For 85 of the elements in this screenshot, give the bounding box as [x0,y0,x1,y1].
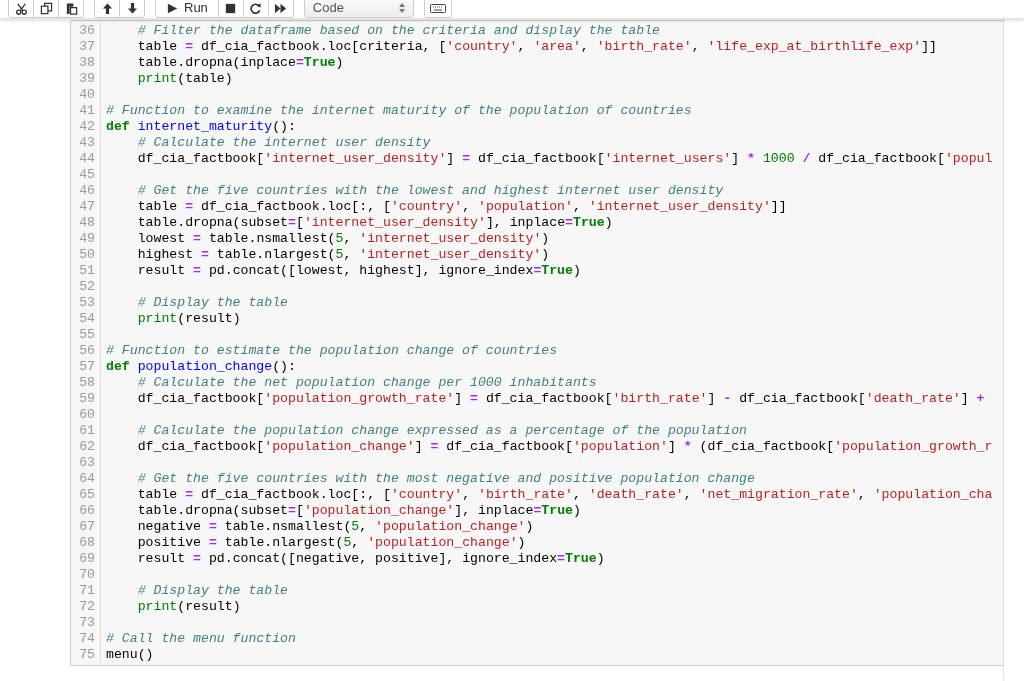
line-number: 59 [79,391,95,406]
code-line: # Filter the dataframe based on the criteria and display the table [136,23,660,39]
line-number: 39 [79,71,95,86]
line-number: 69 [79,551,95,566]
line-number: 60 [79,407,95,422]
code-line: print(table) [136,71,233,87]
line-number: 64 [79,471,95,486]
fast-forward-icon [274,1,288,15]
play-icon [166,1,179,15]
scissors-icon [14,1,28,15]
line-number: 65 [79,487,95,502]
line-number: 36 [79,23,95,38]
code-line: # Calculate the net population change per 1000 inhabitants [136,375,597,391]
code-line: table.dropna(subset=['internet_user_density'], inplace=True) [136,215,613,231]
line-number: 55 [79,327,95,342]
code-line: # Function to estimate the population change of countries [106,343,558,359]
code-line: table = df_cia_factbook.loc[:, ['country', 'birth_rate', 'death_rate', 'net_migration_rate', 'population_cha [136,487,993,503]
code-line: df_cia_factbook['internet_user_density'] = df_cia_factbook['internet_users'] * 1000 / df_cia_factbook['popul [136,151,993,167]
code-line: highest = table.nlargest(5, 'internet_user_density') [136,247,550,263]
code-line: table.dropna(inplace=True) [136,55,344,71]
line-number: 37 [79,39,95,54]
code-line: # Get the five countries with the most negative and positive population change [136,471,755,487]
line-number: 57 [79,359,95,374]
line-number: 52 [79,279,95,294]
line-number: 71 [79,583,95,598]
line-number: 40 [79,87,95,102]
restart-icon [249,1,263,15]
line-number: 72 [79,599,95,614]
line-number: 63 [79,455,95,470]
line-number: 41 [79,103,95,118]
code-line: # Display the table [136,583,289,599]
run-button[interactable]: Run [155,0,219,18]
code-line: # Function to examine the internet maturity of the population of countries [106,103,692,119]
code-line: print(result) [136,311,241,327]
line-number: 62 [79,439,95,454]
code-line: # Get the five countries with the lowest and highest internet user density [136,183,724,199]
code-line: lowest = table.nsmallest(5, 'internet_user_density') [136,231,550,247]
line-number: 53 [79,295,95,310]
code-line: negative = table.nsmallest(5, 'population_change') [136,519,534,535]
code-line: df_cia_factbook['population_change'] = df_cia_factbook['population'] * (df_cia_factbook['population_growth_r [136,439,993,455]
line-number: 70 [79,567,95,582]
code-line: def internet_maturity(): [106,119,296,135]
updown-caret-icon [398,3,405,13]
line-number: 66 [79,503,95,518]
line-number: 51 [79,263,95,278]
keyboard-icon [429,3,446,13]
stop-icon [224,1,238,15]
cell-type-dropdown[interactable]: Code [303,0,414,18]
code-line: positive = table.nlargest(5, 'population_change') [136,535,526,551]
code-line: def population_change(): [106,359,296,375]
line-number: 54 [79,311,95,326]
line-number: 47 [79,199,95,214]
up-arrow-icon [100,1,114,15]
paste-icon [64,1,78,15]
line-number: 44 [79,151,95,166]
line-number: 67 [79,519,95,534]
code-line: # Calculate the population change expressed as a percentage of the population [136,423,748,439]
line-number: 42 [79,119,95,134]
code-line: table.dropna(subset=['population_change'], inplace=True) [136,503,581,519]
code-line: # Display the table [136,295,289,311]
line-number: 38 [79,55,95,70]
line-number: 50 [79,247,95,262]
copy-icon [39,1,53,15]
code-line: print(result) [136,599,241,615]
line-number: 46 [79,183,95,198]
line-number: 48 [79,215,95,230]
code-cell[interactable] [70,20,1004,666]
code-line: df_cia_factbook['population_growth_rate'] = df_cia_factbook['birth_rate'] - df_cia_factbook['death_rate'] + [136,391,985,407]
line-number: 73 [79,615,95,630]
code-line: menu() [106,647,154,663]
code-line: table = df_cia_factbook.loc[:, ['country', 'population', 'internet_user_density']] [136,199,787,215]
line-number: 61 [79,423,95,438]
line-number: 58 [79,375,95,390]
code-line: result = pd.concat([negative, positive], ignore_index=True) [136,551,605,567]
line-number: 68 [79,535,95,550]
line-number: 43 [79,135,95,150]
code-line: result = pd.concat([lowest, highest], ignore_index=True) [136,263,581,279]
code-line: # Call the menu function [106,631,296,647]
line-number: 45 [79,167,95,182]
line-number: 74 [79,631,95,646]
code-line: table = df_cia_factbook.loc[criteria, ['country', 'area', 'birth_rate', 'life_exp_at_birthlife_exp']] [136,39,937,55]
line-number: 56 [79,343,95,358]
line-number: 75 [79,647,95,662]
line-number: 49 [79,231,95,246]
code-line: # Calculate the internet user density [136,135,431,151]
